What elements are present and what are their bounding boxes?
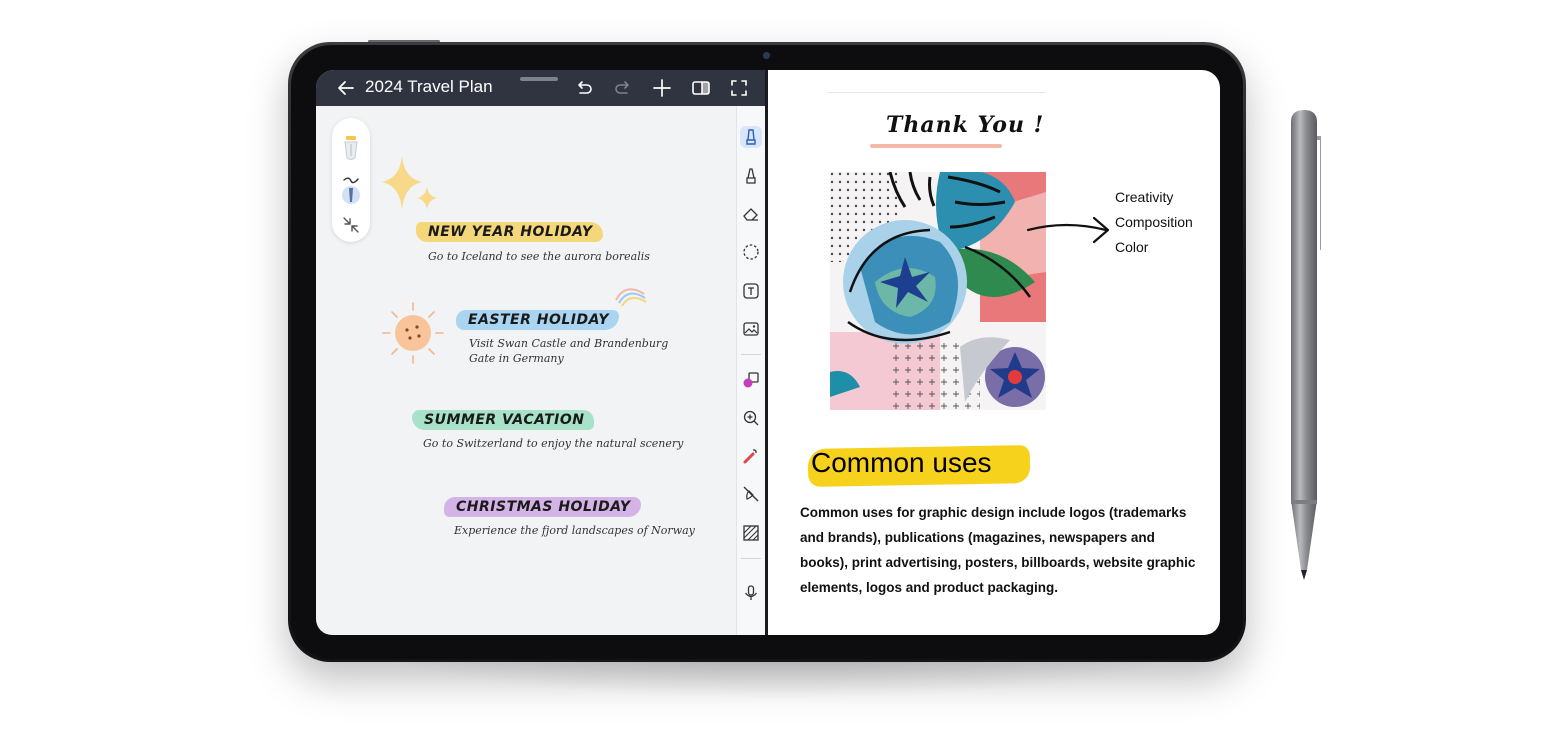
thank-you-underline — [870, 144, 1002, 148]
rainbow-doodle — [615, 288, 647, 306]
highlighter-icon — [746, 168, 756, 184]
entry-desc-new-year: Go to Iceland to see the aurora borealis — [428, 250, 650, 263]
drag-handle[interactable] — [520, 77, 558, 81]
laser-pointer-icon — [743, 449, 757, 464]
notes-top-bar: 2024 Travel Plan — [316, 70, 765, 106]
entry-title-summer: SUMMER VACATION — [412, 410, 595, 430]
pen-tool[interactable] — [740, 126, 762, 148]
undo-icon[interactable] — [573, 77, 595, 99]
shapes-tool[interactable] — [740, 369, 762, 391]
entry-title-christmas: CHRISTMAS HOLIDAY — [444, 497, 641, 517]
front-camera — [763, 52, 770, 59]
common-uses-body: Common uses for graphic design include l… — [800, 505, 1196, 595]
zoom-tool[interactable] — [740, 407, 762, 429]
entry-title-new-year: NEW YEAR HOLIDAY — [416, 222, 603, 242]
pattern-icon — [743, 525, 759, 541]
pencil-pen-icon[interactable] — [340, 134, 362, 162]
toolbar-divider — [741, 558, 761, 559]
floating-pen-selector — [332, 118, 370, 242]
pen-icon — [746, 129, 756, 145]
image-tool[interactable] — [740, 318, 762, 340]
sparkle-doodle — [382, 156, 437, 210]
pattern-tool[interactable] — [740, 522, 762, 544]
laser-pointer-tool[interactable] — [740, 445, 762, 467]
tag-composition: Composition — [1115, 214, 1193, 230]
page-rule — [828, 92, 1046, 93]
text-box-icon — [743, 283, 759, 299]
hand-write-off-tool[interactable] — [740, 483, 762, 505]
add-icon[interactable] — [651, 77, 673, 99]
lasso-tool[interactable] — [740, 241, 762, 263]
highlighter-tool[interactable] — [740, 165, 762, 187]
notes-app-pane: 2024 Travel Plan NEW YEAR HOLIDAY Go to … — [316, 70, 765, 635]
image-icon — [743, 322, 759, 336]
split-view-icon[interactable] — [690, 77, 712, 99]
collapse-icon[interactable] — [342, 216, 360, 234]
fullscreen-icon[interactable] — [728, 77, 750, 99]
stylus-pen — [1291, 110, 1321, 580]
microphone-icon — [744, 585, 758, 600]
drawing-toolbar — [736, 106, 765, 635]
design-page-pane: Thank You ! Creativity Composition Color… — [768, 70, 1220, 635]
hand-write-off-icon — [743, 486, 759, 502]
note-title[interactable]: 2024 Travel Plan — [365, 77, 493, 97]
zoom-icon — [743, 410, 759, 426]
tag-creativity: Creativity — [1115, 189, 1174, 205]
floral-artwork — [830, 172, 1046, 410]
back-arrow-icon[interactable] — [336, 78, 356, 98]
thank-you-heading: Thank You ! — [886, 112, 1045, 138]
entry-desc-christmas: Experience the fjord landscapes of Norwa… — [454, 524, 695, 537]
shapes-icon — [743, 372, 759, 388]
tag-color: Color — [1115, 239, 1149, 255]
entry-desc-easter: Visit Swan Castle and Brandenburg Gate i… — [469, 337, 669, 365]
toolbar-divider — [741, 354, 761, 355]
arrow-doodle — [1026, 216, 1110, 244]
common-uses-heading: Common uses — [811, 447, 992, 478]
text-tool[interactable] — [740, 280, 762, 302]
eraser-icon — [743, 208, 758, 221]
fountain-pen-icon[interactable] — [338, 174, 364, 208]
eraser-tool[interactable] — [740, 203, 762, 225]
entry-title-easter: EASTER HOLIDAY — [456, 310, 619, 330]
sun-doodle — [382, 302, 444, 364]
voice-tool[interactable] — [740, 582, 762, 604]
redo-icon[interactable] — [612, 77, 634, 99]
lasso-icon — [743, 244, 759, 260]
entry-desc-summer: Go to Switzerland to enjoy the natural s… — [423, 437, 684, 450]
